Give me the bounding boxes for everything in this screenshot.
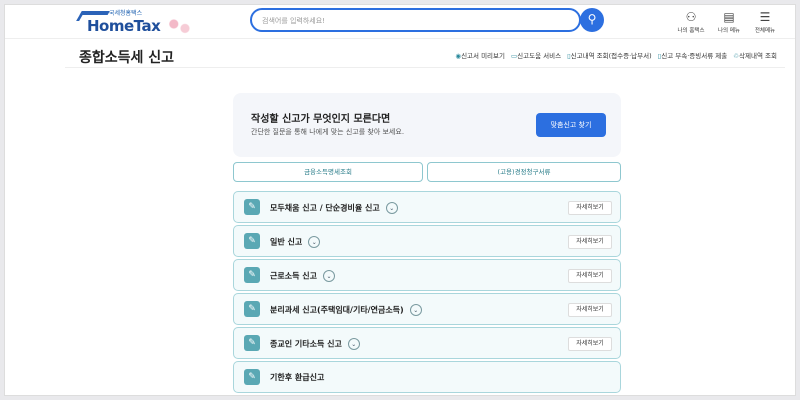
- link-preview[interactable]: ◉신고서 미리보기: [455, 50, 505, 60]
- document-icon: ✎: [244, 233, 260, 249]
- label: 전체메뉴: [754, 28, 776, 34]
- item-label: 기한후 환급신고: [270, 372, 324, 383]
- label: 신고내역 조회(접수증·납부서): [570, 52, 652, 60]
- chevron-down-icon[interactable]: ⌄: [322, 270, 335, 282]
- label: 신고서 미리보기: [461, 52, 505, 60]
- correction-claim-button[interactable]: (고용)경정청구서류: [427, 162, 621, 182]
- link-history[interactable]: ▯신고내역 조회(접수증·납부서): [567, 50, 652, 60]
- card-heading: 작성할 신고가 무엇인지 모른다면: [251, 114, 391, 125]
- detail-button[interactable]: 자세히보기: [568, 337, 612, 351]
- blossom-decoration: [161, 13, 193, 35]
- card-subtext: 간단한 질문을 통해 나에게 맞는 신고를 찾아 보세요.: [251, 128, 405, 136]
- document-icon: ✎: [244, 267, 260, 283]
- item-label-text: 일반 신고: [270, 237, 303, 247]
- custom-report-card: 작성할 신고가 무엇인지 모른다면 간단한 질문을 통해 나에게 맞는 신고를 …: [233, 93, 621, 157]
- item-label-text: 분리과세 신고(주택임대/기타/연금소득): [270, 305, 404, 315]
- detail-button[interactable]: 자세히보기: [568, 303, 612, 317]
- find-custom-report-button[interactable]: 맞춤신고 찾기: [536, 113, 606, 137]
- document-icon: ✎: [244, 369, 260, 385]
- search-input[interactable]: 검색어를 입력하세요!: [250, 8, 581, 32]
- hometax-logo[interactable]: 국세청홈택스 HomeTax: [76, 7, 197, 37]
- menu-icon: ☰: [759, 10, 771, 24]
- link-deleted[interactable]: ♲삭제내역 조회: [733, 50, 777, 60]
- label: 삭제내역 조회: [739, 52, 777, 60]
- document-icon: ✎: [244, 335, 260, 351]
- report-item[interactable]: ✎ 근로소득 신고 ⌄ 자세히보기: [233, 259, 621, 291]
- item-label-text: 기한후 환급신고: [270, 373, 325, 382]
- label: 나의 홈택스: [677, 28, 705, 34]
- report-item[interactable]: ✎ 기한후 환급신고: [233, 361, 621, 393]
- financial-income-button[interactable]: 금융소득명세조회: [233, 162, 423, 182]
- label: 나의 메뉴: [718, 28, 740, 34]
- link-help[interactable]: ▭신고도움 서비스: [511, 50, 561, 60]
- detail-button[interactable]: 자세히보기: [568, 269, 612, 283]
- item-label: 모두채움 신고 / 단순경비율 신고 ⌄: [270, 202, 398, 214]
- page: 국세청홈택스 HomeTax 검색어를 입력하세요! ⚲ ⚇ 나의 홈택스 ▤ 나의…: [4, 4, 796, 396]
- logo-text: HomeTax: [87, 17, 161, 35]
- item-label: 일반 신고 ⌄: [270, 236, 321, 248]
- chevron-down-icon[interactable]: ⌄: [308, 236, 321, 248]
- report-item[interactable]: ✎ 종교인 기타소득 신고 ⌄ 자세히보기: [233, 327, 621, 359]
- item-label: 분리과세 신고(주택임대/기타/연금소득) ⌄: [270, 304, 422, 316]
- link-submit[interactable]: ▯신고 부속·증빙서류 제출: [658, 50, 728, 60]
- logo-small-text: 국세청홈택스: [109, 10, 143, 17]
- chevron-down-icon[interactable]: ⌄: [409, 304, 422, 316]
- page-title: 종합소득세 신고: [79, 50, 175, 66]
- item-label: 종교인 기타소득 신고 ⌄: [270, 338, 360, 350]
- my-hometax-button[interactable]: ⚇ 나의 홈택스: [675, 9, 707, 34]
- chevron-down-icon[interactable]: ⌄: [347, 338, 360, 350]
- item-label-text: 근로소득 신고: [270, 271, 317, 281]
- my-menu-button[interactable]: ▤ 나의 메뉴: [713, 9, 745, 34]
- item-label-text: 종교인 기타소득 신고: [270, 339, 342, 349]
- item-label-text: 모두채움 신고 / 단순경비율 신고: [270, 203, 380, 213]
- quick-links: ◉신고서 미리보기 ▭신고도움 서비스 ▯신고내역 조회(접수증·납부서) ▯신…: [455, 50, 777, 60]
- search-icon: ⚲: [587, 12, 597, 26]
- top-bar: 국세청홈택스 HomeTax 검색어를 입력하세요! ⚲ ⚇ 나의 홈택스 ▤ 나의…: [5, 5, 795, 39]
- user-bell-icon: ⚇: [685, 10, 697, 24]
- detail-button[interactable]: 자세히보기: [568, 235, 612, 249]
- doc-bell-icon: ▤: [723, 10, 735, 24]
- item-label: 근로소득 신고 ⌄: [270, 270, 335, 282]
- search-button[interactable]: ⚲: [580, 8, 604, 32]
- document-icon: ✎: [244, 199, 260, 215]
- chevron-down-icon[interactable]: ⌄: [385, 202, 398, 214]
- label: 신고도움 서비스: [517, 52, 562, 60]
- report-item[interactable]: ✎ 모두채움 신고 / 단순경비율 신고 ⌄ 자세히보기: [233, 191, 621, 223]
- label: 신고 부속·증빙서류 제출: [661, 52, 728, 60]
- all-menu-button[interactable]: ☰ 전체메뉴: [749, 9, 781, 34]
- report-item[interactable]: ✎ 일반 신고 ⌄ 자세히보기: [233, 225, 621, 257]
- divider: [65, 67, 785, 68]
- detail-button[interactable]: 자세히보기: [568, 201, 612, 215]
- document-icon: ✎: [244, 301, 260, 317]
- report-item[interactable]: ✎ 분리과세 신고(주택임대/기타/연금소득) ⌄ 자세히보기: [233, 293, 621, 325]
